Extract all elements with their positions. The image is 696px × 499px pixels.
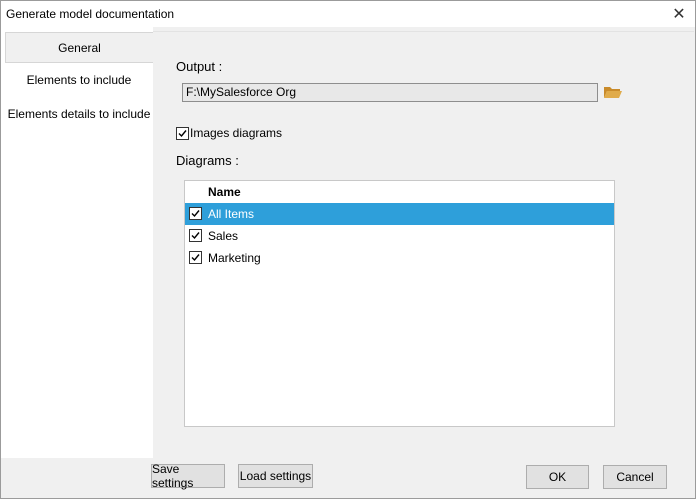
check-icon bbox=[191, 254, 200, 262]
tab-general-label: General bbox=[58, 40, 101, 55]
check-icon bbox=[191, 210, 200, 218]
row-label: Marketing bbox=[208, 251, 261, 265]
check-icon bbox=[191, 232, 200, 240]
row-checkbox[interactable] bbox=[189, 229, 202, 242]
tab-elements-to-include[interactable]: Elements to include bbox=[5, 65, 153, 95]
tab-elements-label: Elements to include bbox=[26, 73, 132, 87]
load-settings-button[interactable]: Load settings bbox=[238, 464, 313, 488]
grid-header-name[interactable]: Name bbox=[208, 185, 241, 199]
ok-button[interactable]: OK bbox=[526, 465, 589, 489]
table-row[interactable]: Sales bbox=[185, 225, 614, 247]
diagrams-grid: Name All Items Sales Marketing bbox=[184, 180, 615, 427]
row-label: All Items bbox=[208, 207, 255, 221]
close-icon: ✕ bbox=[672, 6, 686, 23]
check-icon bbox=[178, 129, 187, 137]
images-diagrams-label: Images diagrams bbox=[190, 126, 283, 140]
folder-icon bbox=[604, 87, 622, 98]
output-label: Output : bbox=[176, 59, 223, 74]
tab-list: General Elements to include Elements det… bbox=[1, 27, 153, 458]
tab-elements-details[interactable]: Elements details to include bbox=[5, 99, 153, 129]
close-button[interactable]: ✕ bbox=[663, 1, 695, 27]
output-path-field[interactable]: F:\MySalesforce Org bbox=[182, 83, 598, 102]
diagrams-label: Diagrams : bbox=[176, 153, 239, 168]
tab-general[interactable]: General bbox=[5, 32, 153, 63]
window-title: Generate model documentation bbox=[6, 7, 175, 21]
table-row[interactable]: All Items bbox=[185, 203, 614, 225]
row-checkbox[interactable] bbox=[189, 207, 202, 220]
tab-elements-details-label: Elements details to include bbox=[7, 107, 151, 121]
title-bar: Generate model documentation ✕ bbox=[1, 1, 695, 27]
images-diagrams-checkbox[interactable] bbox=[176, 126, 189, 140]
browse-folder-button[interactable] bbox=[603, 84, 623, 100]
cancel-button[interactable]: Cancel bbox=[603, 465, 667, 489]
save-settings-button[interactable]: Save settings bbox=[151, 462, 225, 490]
table-row[interactable]: Marketing bbox=[185, 247, 614, 269]
row-label: Sales bbox=[208, 229, 239, 243]
images-diagrams-option[interactable]: Images diagrams bbox=[176, 126, 282, 140]
grid-header: Name bbox=[185, 181, 614, 202]
row-checkbox[interactable] bbox=[189, 251, 202, 264]
